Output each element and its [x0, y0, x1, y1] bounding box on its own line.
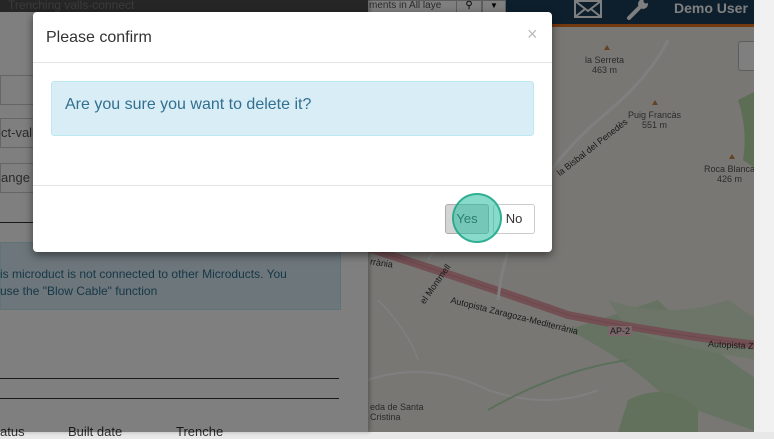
page-scrollbar[interactable] [754, 0, 774, 432]
close-icon[interactable]: × [527, 24, 538, 45]
dialog-title: Please confirm [46, 29, 152, 46]
dialog-alert: Are you sure you want to delete it? [51, 81, 534, 136]
dialog-message: Are you sure you want to delete it? [65, 96, 312, 113]
click-highlight-marker [452, 193, 502, 243]
dialog-footer-divider [33, 185, 552, 186]
dialog-header-divider [33, 62, 552, 63]
